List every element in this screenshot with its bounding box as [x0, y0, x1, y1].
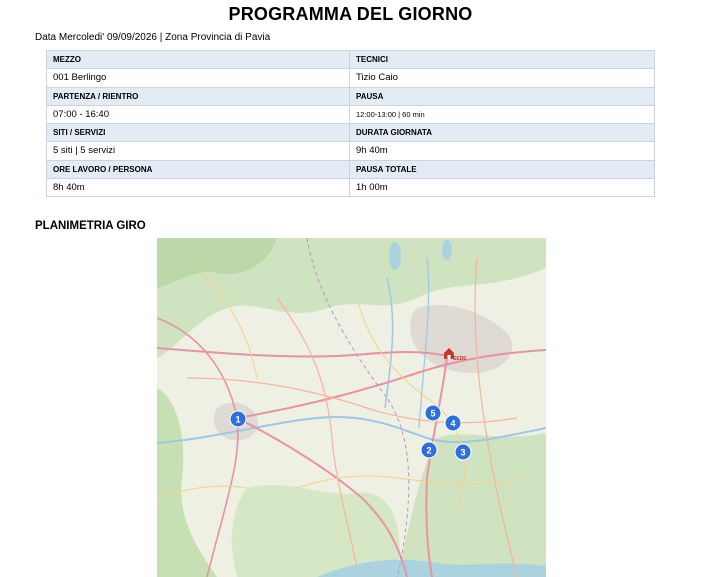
- siti-servizi-label: SITI / SERVIZI: [46, 123, 350, 142]
- table-row: ORE LAVORO / PERSONA PAUSA TOTALE: [46, 159, 655, 179]
- stop-marker-1[interactable]: 1: [229, 410, 247, 428]
- partenza-rientro-label: PARTENZA / RIENTRO: [46, 86, 350, 106]
- depot-label: SEDE: [453, 356, 467, 362]
- pausa-label: PAUSA: [349, 86, 655, 106]
- table-row: 8h 40m 1h 00m: [46, 177, 655, 197]
- table-row: SITI / SERVIZI DURATA GIORNATA: [46, 123, 655, 142]
- durata-giornata-label: DURATA GIORNATA: [349, 123, 655, 142]
- stop-number: 2: [426, 446, 431, 456]
- route-map[interactable]: SEDE 1 2 3 4 5: [157, 238, 546, 577]
- partenza-rientro-value: 07:00 - 16:40: [46, 104, 350, 124]
- siti-servizi-value: 5 siti | 5 servizi: [46, 141, 350, 161]
- stop-number: 4: [450, 419, 455, 429]
- stop-marker-4[interactable]: 4: [444, 414, 462, 432]
- map-canvas[interactable]: SEDE 1 2 3 4 5: [157, 238, 546, 577]
- pausa-totale-value: 1h 00m: [349, 177, 655, 197]
- pausa-value: 12:00-13:00 | 60 min: [349, 104, 655, 124]
- table-row: MEZZO TECNICI: [46, 50, 655, 69]
- table-row: 5 siti | 5 servizi 9h 40m: [46, 141, 655, 161]
- info-table: MEZZO TECNICI 001 Berlingo Tizio Caio PA…: [46, 50, 655, 197]
- table-row: 07:00 - 16:40 12:00-13:00 | 60 min: [46, 104, 655, 124]
- ore-lavoro-value: 8h 40m: [46, 177, 350, 197]
- ore-lavoro-label: ORE LAVORO / PERSONA: [46, 159, 350, 179]
- pausa-totale-label: PAUSA TOTALE: [349, 159, 655, 179]
- lake: [389, 242, 401, 270]
- page-title: PROGRAMMA DEL GIORNO: [228, 4, 473, 24]
- map-section-title: PLANIMETRIA GIRO: [35, 220, 146, 232]
- stop-marker-3[interactable]: 3: [454, 443, 472, 461]
- stop-number: 3: [460, 448, 465, 458]
- date-zone-line: Data Mercoledi' 09/09/2026 | Zona Provin…: [35, 32, 271, 43]
- table-row: 001 Berlingo Tizio Caio: [46, 68, 655, 88]
- stop-number: 1: [235, 415, 240, 425]
- tecnici-label: TECNICI: [349, 50, 655, 69]
- table-row: PARTENZA / RIENTRO PAUSA: [46, 86, 655, 106]
- mezzo-value: 001 Berlingo: [46, 68, 350, 88]
- mezzo-label: MEZZO: [46, 50, 350, 69]
- stop-marker-5[interactable]: 5: [424, 404, 442, 422]
- durata-giornata-value: 9h 40m: [349, 141, 655, 161]
- tecnici-value: Tizio Caio: [349, 68, 655, 88]
- stop-number: 5: [430, 409, 435, 419]
- lake: [442, 240, 452, 260]
- stop-marker-2[interactable]: 2: [420, 441, 438, 459]
